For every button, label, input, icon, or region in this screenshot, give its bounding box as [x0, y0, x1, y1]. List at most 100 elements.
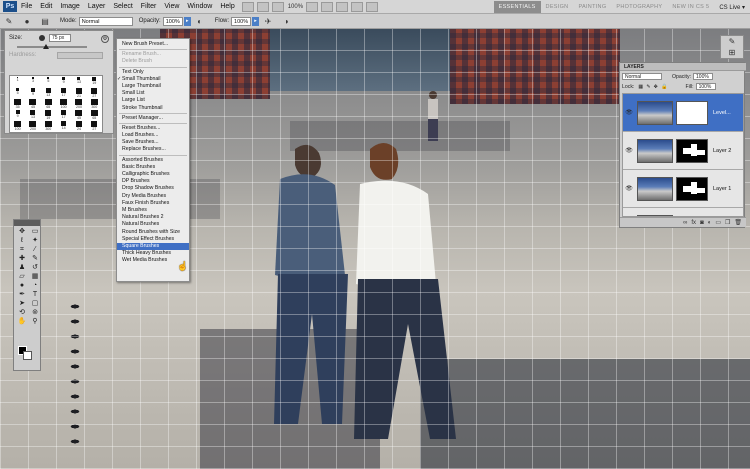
link-layers-icon[interactable]: ∞ — [683, 220, 687, 226]
fill-field[interactable]: 100% — [695, 83, 716, 90]
brush-preset[interactable]: 65 — [41, 98, 56, 109]
type-tool-icon[interactable]: T — [29, 291, 41, 299]
brush-menu-item[interactable]: Round Brushes with Size — [117, 229, 189, 236]
background-color-swatch[interactable] — [23, 351, 32, 360]
brush-menu-item[interactable]: Special Effect Brushes — [117, 236, 189, 243]
pen-tool-icon[interactable]: ✒ — [16, 291, 28, 299]
hand-tool-icon[interactable]: ✋ — [16, 318, 28, 326]
brush-menu-item[interactable]: M Brushes — [117, 207, 189, 214]
layer-mask-thumbnail[interactable] — [676, 100, 708, 125]
brush-menu-item[interactable]: Natural Brushes — [117, 221, 189, 228]
3d-rotate-tool-icon[interactable]: ⟲ — [16, 309, 28, 317]
brush-preset[interactable]: 21 — [71, 87, 86, 98]
brush-menu-item[interactable]: Basic Brushes — [117, 164, 189, 171]
rotate-view-button[interactable] — [336, 1, 349, 12]
menu-help[interactable]: Help — [216, 3, 238, 10]
eyedropper-tool-icon[interactable]: ⁄ — [29, 246, 41, 254]
add-mask-icon[interactable]: ◙ — [700, 220, 704, 226]
lock-position-icon[interactable]: ✥ — [654, 84, 658, 90]
layer-name[interactable]: Layer 1 — [713, 186, 731, 192]
blur-tool-icon[interactable]: ● — [16, 282, 28, 290]
brush-preset[interactable]: 65 — [87, 109, 102, 120]
brush-preset[interactable]: 45 — [71, 109, 86, 120]
zoom-tool-button[interactable] — [321, 1, 334, 12]
brush-panel-toggle-icon[interactable]: ▤ — [38, 16, 52, 27]
brush-menu-item[interactable]: Faux Finish Brushes — [117, 200, 189, 207]
menu-layer[interactable]: Layer — [84, 3, 110, 10]
brush-menu-item[interactable]: Drop Shadow Brushes — [117, 185, 189, 192]
size-slider-knob[interactable] — [43, 44, 49, 49]
brush-preset[interactable]: 300 — [41, 120, 56, 131]
move-tool-icon[interactable]: ✥ — [16, 228, 28, 236]
lock-all-icon[interactable]: 🔒 — [661, 84, 667, 90]
view-extras-button[interactable] — [271, 1, 284, 12]
layer-name[interactable]: Level... — [713, 110, 731, 116]
opacity-arrow-icon[interactable]: ▸ — [183, 16, 191, 26]
brush-menu-item[interactable]: Save Brushes... — [117, 139, 189, 146]
picker-menu-icon[interactable]: ⚙ — [101, 35, 109, 43]
visibility-eye-icon[interactable]: 👁 — [623, 109, 635, 116]
shape-tool-icon[interactable]: ▢ — [29, 300, 41, 308]
airbrush-icon[interactable]: ✈ — [261, 16, 275, 27]
visibility-eye-icon[interactable]: 👁 — [623, 147, 635, 154]
healing-tool-icon[interactable]: ✚ — [16, 255, 28, 263]
zoom-level-menu[interactable]: 100% — [288, 4, 303, 10]
opacity-field[interactable]: 100% — [162, 16, 183, 26]
brush-menu-item[interactable]: Calligraphic Brushes — [117, 171, 189, 178]
brush-preset[interactable]: 5 — [10, 87, 25, 98]
hand-tool-button[interactable] — [306, 1, 319, 12]
brush-tool-icon[interactable]: ✎ — [29, 255, 41, 263]
brush-preset-picker-button[interactable]: ● — [20, 16, 34, 27]
blend-mode-select[interactable]: Normal — [622, 73, 662, 80]
brush-menu-item[interactable]: Small Thumbnail — [117, 76, 189, 83]
pressure-size-icon[interactable]: ◑ — [279, 16, 293, 27]
brush-preset[interactable]: 27 — [87, 120, 102, 131]
brush-preset[interactable]: 100 — [56, 98, 71, 109]
crop-tool-icon[interactable]: ⌗ — [16, 246, 28, 254]
menu-select[interactable]: Select — [109, 3, 136, 10]
menu-view[interactable]: View — [160, 3, 183, 10]
brush-preset[interactable]: 13 — [41, 87, 56, 98]
layer-thumbnail[interactable] — [637, 176, 673, 201]
new-group-icon[interactable]: ▭ — [715, 219, 721, 226]
brush-preset[interactable]: 24 — [71, 120, 86, 131]
visibility-eye-icon[interactable]: 👁 — [623, 185, 635, 192]
brush-preset[interactable]: 19 — [87, 76, 102, 87]
lasso-tool-icon[interactable]: ℓ — [16, 237, 28, 245]
pressure-opacity-icon[interactable]: ◐ — [193, 16, 207, 27]
workspace-new-in-cs5[interactable]: NEW IN CS 5 — [667, 4, 714, 10]
brush-menu-item[interactable]: Natural Brushes 2 — [117, 214, 189, 221]
brush-preset[interactable]: 13 — [71, 76, 86, 87]
brush-menu-item[interactable]: Stroke Thumbnail — [117, 105, 189, 112]
brush-menu-item[interactable]: Square Brushes — [117, 242, 189, 251]
brush-menu-item[interactable]: Large Thumbnail — [117, 83, 189, 90]
menu-window[interactable]: Window — [183, 3, 216, 10]
hardness-slider[interactable] — [57, 52, 103, 59]
brush-menu-item[interactable]: DP Brushes — [117, 178, 189, 185]
workspace-painting[interactable]: PAINTING — [573, 4, 611, 10]
layer-thumbnail[interactable] — [637, 100, 673, 125]
brush-preset[interactable]: 27 — [87, 87, 102, 98]
brush-preset[interactable]: 17 — [56, 87, 71, 98]
marquee-tool-icon[interactable]: ▭ — [29, 228, 41, 236]
layer-opacity-field[interactable]: 100% — [693, 73, 714, 80]
menu-edit[interactable]: Edit — [36, 3, 56, 10]
mode-select[interactable]: Normal — [78, 16, 133, 26]
dodge-tool-icon[interactable]: ◔ — [29, 282, 41, 290]
layer-row[interactable]: 👁 Layer 1 — [623, 170, 743, 208]
bridge-button[interactable] — [241, 1, 254, 12]
brush-preset[interactable]: 9 — [56, 76, 71, 87]
brush-preset[interactable]: 200 — [71, 98, 86, 109]
cs-live-menu[interactable]: CS Live ▾ — [714, 4, 750, 11]
size-slider[interactable] — [17, 46, 87, 48]
brush-tool-icon[interactable]: ✎ — [2, 16, 16, 27]
brush-preset[interactable]: 100 — [10, 120, 25, 131]
brush-menu-item[interactable]: Dry Media Brushes — [117, 193, 189, 200]
layer-row[interactable]: 👁 Layer 2 — [623, 132, 743, 170]
flow-arrow-icon[interactable]: ▸ — [252, 16, 260, 26]
clone-source-panel-icon[interactable]: ⊞ — [729, 48, 736, 57]
workspace-design[interactable]: DESIGN — [541, 4, 574, 10]
layer-row[interactable]: 👁 — [623, 208, 743, 216]
brush-menu-item[interactable]: Preset Manager... — [117, 115, 189, 122]
brush-preset[interactable]: 45 — [25, 98, 40, 109]
